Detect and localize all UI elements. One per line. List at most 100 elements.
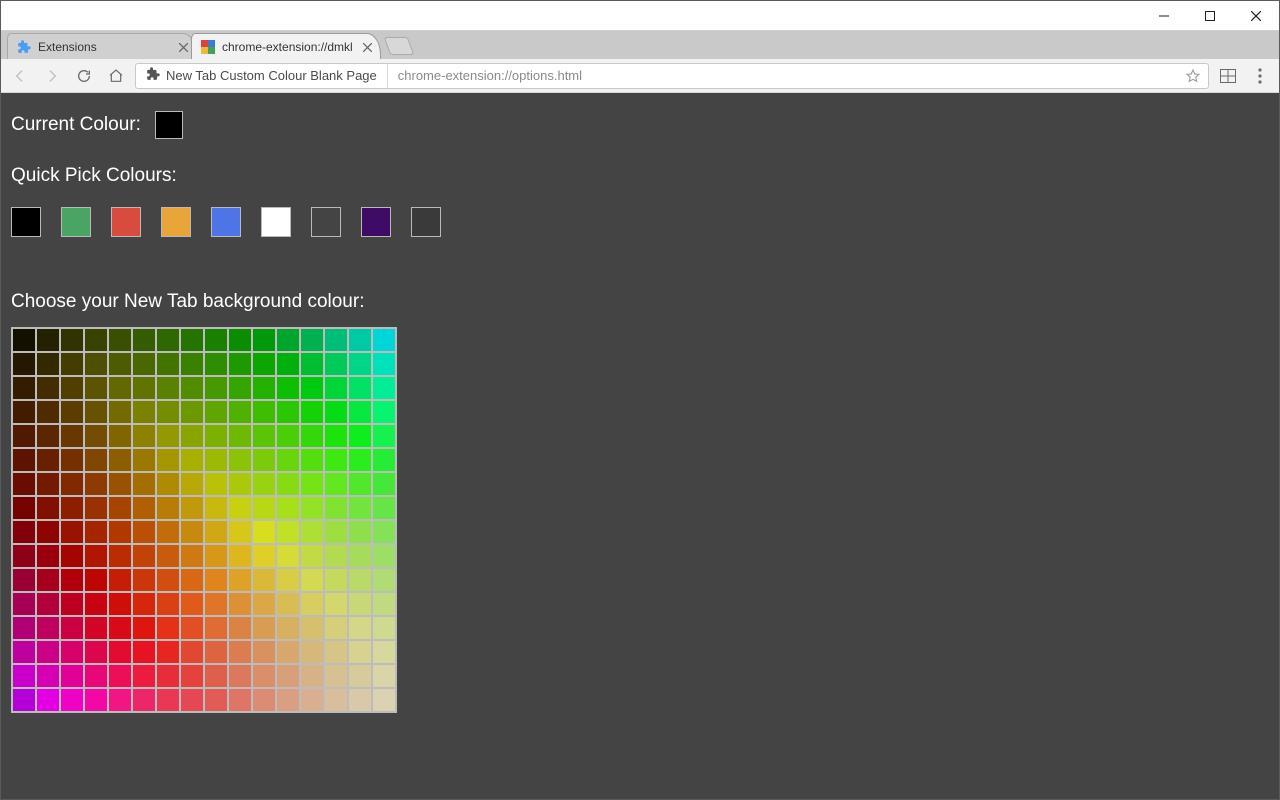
colour-cell[interactable]	[349, 665, 371, 687]
colour-cell[interactable]	[373, 401, 395, 423]
colour-cell[interactable]	[61, 401, 83, 423]
colour-cell[interactable]	[85, 425, 107, 447]
colour-cell[interactable]	[109, 473, 131, 495]
colour-cell[interactable]	[229, 617, 251, 639]
colour-cell[interactable]	[301, 641, 323, 663]
colour-cell[interactable]	[133, 545, 155, 567]
colour-cell[interactable]	[373, 329, 395, 351]
colour-cell[interactable]	[277, 665, 299, 687]
colour-cell[interactable]	[253, 449, 275, 471]
colour-cell[interactable]	[37, 353, 59, 375]
colour-cell[interactable]	[37, 425, 59, 447]
colour-cell[interactable]	[109, 401, 131, 423]
colour-cell[interactable]	[13, 377, 35, 399]
colour-cell[interactable]	[373, 617, 395, 639]
colour-cell[interactable]	[133, 425, 155, 447]
colour-cell[interactable]	[133, 377, 155, 399]
colour-cell[interactable]	[373, 425, 395, 447]
colour-cell[interactable]	[373, 521, 395, 543]
colour-cell[interactable]	[253, 377, 275, 399]
colour-cell[interactable]	[229, 593, 251, 615]
colour-cell[interactable]	[253, 641, 275, 663]
colour-cell[interactable]	[13, 425, 35, 447]
quick-pick-swatch[interactable]	[261, 207, 291, 237]
colour-cell[interactable]	[157, 473, 179, 495]
colour-cell[interactable]	[157, 449, 179, 471]
bookmark-star-icon[interactable]	[1178, 68, 1208, 84]
colour-cell[interactable]	[109, 377, 131, 399]
colour-cell[interactable]	[229, 425, 251, 447]
colour-cell[interactable]	[373, 593, 395, 615]
colour-cell[interactable]	[13, 593, 35, 615]
colour-cell[interactable]	[277, 401, 299, 423]
colour-cell[interactable]	[301, 593, 323, 615]
quick-pick-swatch[interactable]	[61, 207, 91, 237]
colour-cell[interactable]	[325, 569, 347, 591]
colour-cell[interactable]	[157, 497, 179, 519]
colour-cell[interactable]	[181, 521, 203, 543]
colour-cell[interactable]	[229, 473, 251, 495]
colour-cell[interactable]	[373, 353, 395, 375]
colour-cell[interactable]	[229, 521, 251, 543]
colour-cell[interactable]	[133, 521, 155, 543]
colour-cell[interactable]	[61, 329, 83, 351]
colour-cell[interactable]	[373, 665, 395, 687]
colour-cell[interactable]	[229, 569, 251, 591]
colour-cell[interactable]	[205, 473, 227, 495]
colour-cell[interactable]	[61, 617, 83, 639]
colour-cell[interactable]	[181, 545, 203, 567]
colour-cell[interactable]	[253, 353, 275, 375]
colour-cell[interactable]	[109, 665, 131, 687]
colour-cell[interactable]	[61, 665, 83, 687]
colour-cell[interactable]	[301, 473, 323, 495]
colour-cell[interactable]	[229, 497, 251, 519]
colour-cell[interactable]	[85, 329, 107, 351]
colour-cell[interactable]	[109, 689, 131, 711]
colour-cell[interactable]	[277, 473, 299, 495]
colour-cell[interactable]	[301, 497, 323, 519]
colour-cell[interactable]	[205, 689, 227, 711]
colour-cell[interactable]	[13, 353, 35, 375]
colour-cell[interactable]	[277, 569, 299, 591]
colour-cell[interactable]	[349, 425, 371, 447]
colour-cell[interactable]	[325, 329, 347, 351]
colour-cell[interactable]	[85, 473, 107, 495]
quick-pick-swatch[interactable]	[11, 207, 41, 237]
colour-cell[interactable]	[133, 617, 155, 639]
colour-cell[interactable]	[229, 449, 251, 471]
colour-cell[interactable]	[157, 425, 179, 447]
colour-cell[interactable]	[181, 689, 203, 711]
colour-cell[interactable]	[13, 641, 35, 663]
colour-cell[interactable]	[253, 545, 275, 567]
colour-cell[interactable]	[37, 665, 59, 687]
colour-cell[interactable]	[277, 521, 299, 543]
home-button[interactable]	[103, 63, 129, 89]
colour-cell[interactable]	[157, 401, 179, 423]
colour-cell[interactable]	[229, 377, 251, 399]
colour-cell[interactable]	[301, 401, 323, 423]
colour-cell[interactable]	[253, 497, 275, 519]
colour-cell[interactable]	[85, 617, 107, 639]
colour-cell[interactable]	[61, 545, 83, 567]
colour-cell[interactable]	[277, 497, 299, 519]
colour-cell[interactable]	[301, 545, 323, 567]
colour-cell[interactable]	[253, 329, 275, 351]
colour-cell[interactable]	[109, 449, 131, 471]
colour-cell[interactable]	[181, 377, 203, 399]
colour-cell[interactable]	[373, 473, 395, 495]
colour-cell[interactable]	[253, 665, 275, 687]
site-identity-chip[interactable]: New Tab Custom Colour Blank Page	[136, 64, 388, 88]
colour-cell[interactable]	[85, 377, 107, 399]
colour-cell[interactable]	[157, 617, 179, 639]
colour-cell[interactable]	[181, 497, 203, 519]
colour-cell[interactable]	[61, 593, 83, 615]
colour-cell[interactable]	[229, 545, 251, 567]
colour-cell[interactable]	[253, 569, 275, 591]
colour-cell[interactable]	[13, 689, 35, 711]
colour-cell[interactable]	[37, 593, 59, 615]
colour-cell[interactable]	[109, 641, 131, 663]
colour-cell[interactable]	[37, 689, 59, 711]
colour-cell[interactable]	[85, 521, 107, 543]
colour-cell[interactable]	[253, 401, 275, 423]
reload-button[interactable]	[71, 63, 97, 89]
